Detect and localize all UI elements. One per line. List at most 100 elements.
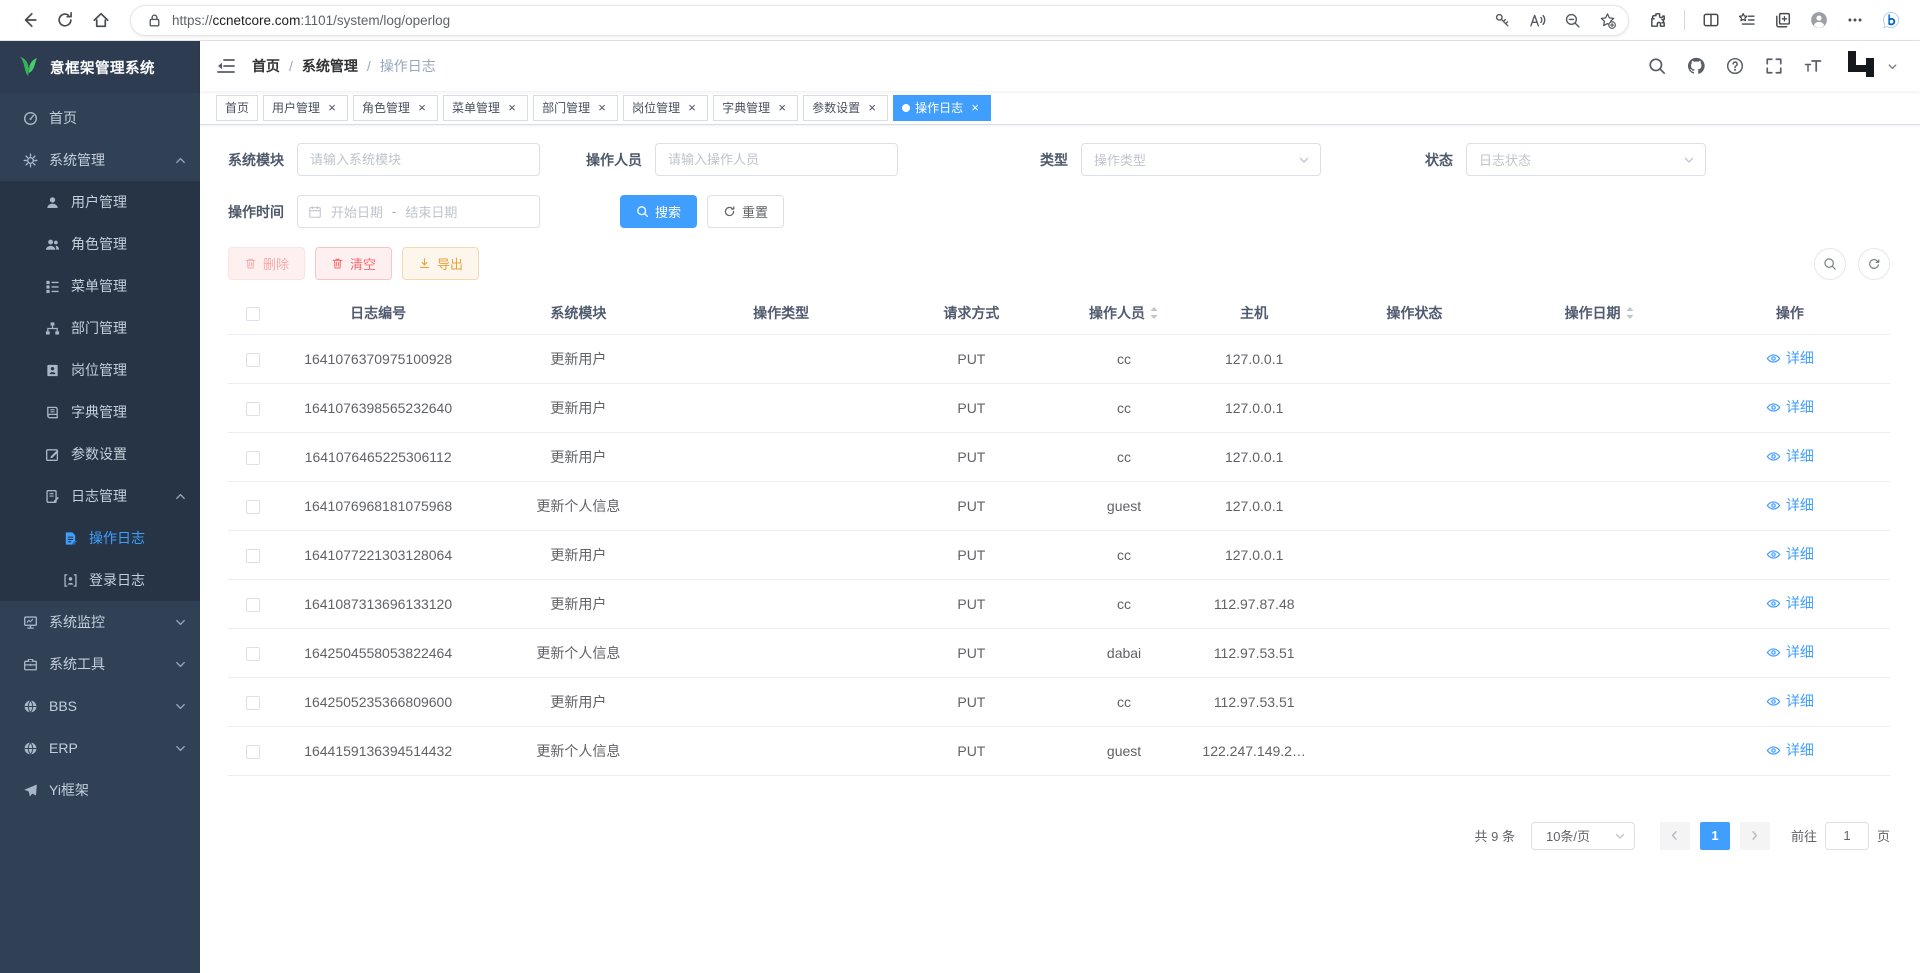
favorites-bar-icon[interactable] [1732, 5, 1762, 35]
tab[interactable]: 字典管理 × [713, 95, 798, 121]
sidebar-item-param-settings[interactable]: 参数设置 [0, 433, 200, 475]
module-input[interactable] [297, 143, 540, 176]
breadcrumb-system-mgmt[interactable]: 系统管理 [302, 56, 358, 76]
show-search-toggle-icon[interactable] [1814, 248, 1846, 280]
sidebar-item-dict-mgmt[interactable]: 字典管理 [0, 391, 200, 433]
collections-icon[interactable] [1768, 5, 1798, 35]
detail-button[interactable]: 详细 [1766, 691, 1814, 711]
browser-refresh-button[interactable] [50, 5, 80, 35]
sort-icon[interactable] [1625, 306, 1635, 323]
password-key-icon[interactable] [1489, 7, 1515, 33]
split-screen-icon[interactable] [1696, 5, 1726, 35]
row-checkbox[interactable] [246, 598, 260, 612]
help-icon[interactable] [1726, 57, 1744, 75]
close-icon[interactable]: × [505, 101, 519, 115]
tab[interactable]: 首页 [216, 95, 258, 121]
sidebar-item-erp[interactable]: ERP [0, 727, 200, 769]
tab[interactable]: 操作日志 × [893, 95, 991, 121]
sidebar-item-system-monitor[interactable]: 系统监控 [0, 601, 200, 643]
type-select[interactable]: 操作类型 [1081, 143, 1321, 176]
sidebar-item-system-tools[interactable]: 系统工具 [0, 643, 200, 685]
row-checkbox[interactable] [246, 353, 260, 367]
detail-button[interactable]: 详细 [1766, 740, 1814, 760]
prev-page-button[interactable] [1660, 822, 1690, 850]
tab[interactable]: 菜单管理 × [443, 95, 528, 121]
address-bar[interactable]: https://ccnetcore.com:1101/system/log/op… [130, 5, 1629, 36]
zoom-out-icon[interactable] [1559, 7, 1585, 33]
row-checkbox[interactable] [246, 696, 260, 710]
browser-back-button[interactable] [14, 5, 44, 35]
sidebar-item-dept-mgmt[interactable]: 部门管理 [0, 307, 200, 349]
row-checkbox[interactable] [246, 500, 260, 514]
goto-page-input[interactable] [1825, 822, 1869, 850]
row-checkbox[interactable] [246, 402, 260, 416]
breadcrumb-home[interactable]: 首页 [252, 56, 280, 76]
row-checkbox[interactable] [246, 647, 260, 661]
row-checkbox[interactable] [246, 745, 260, 759]
close-icon[interactable]: × [595, 101, 609, 115]
clear-button[interactable]: 清空 [315, 247, 392, 280]
app-logo[interactable]: 意框架管理系统 [0, 41, 200, 93]
user-menu[interactable] [1843, 46, 1898, 87]
close-icon[interactable]: × [325, 101, 339, 115]
add-favorite-star-icon[interactable] [1594, 7, 1620, 33]
date-range-picker[interactable]: 开始日期 - 结束日期 [297, 195, 540, 228]
tab[interactable]: 岗位管理 × [623, 95, 708, 121]
col-date[interactable]: 操作日期 [1509, 292, 1689, 334]
detail-button[interactable]: 详细 [1766, 642, 1814, 662]
fullscreen-icon[interactable] [1765, 57, 1783, 75]
tab[interactable]: 用户管理 × [263, 95, 348, 121]
sidebar-item-menu-mgmt[interactable]: 菜单管理 [0, 265, 200, 307]
browser-profile-avatar[interactable] [1804, 5, 1834, 35]
select-all-checkbox[interactable] [246, 307, 260, 321]
sidebar-item-role-mgmt[interactable]: 角色管理 [0, 223, 200, 265]
detail-button[interactable]: 详细 [1766, 593, 1814, 613]
sidebar-item-yi-framework[interactable]: Yi框架 [0, 769, 200, 811]
sort-icon[interactable] [1149, 306, 1159, 323]
sidebar-item-home[interactable]: 首页 [0, 97, 200, 139]
tab[interactable]: 角色管理 × [353, 95, 438, 121]
sidebar-toggle-icon[interactable] [216, 56, 236, 76]
detail-button[interactable]: 详细 [1766, 495, 1814, 515]
close-icon[interactable]: × [865, 101, 879, 115]
detail-button[interactable]: 详细 [1766, 348, 1814, 368]
operator-input[interactable] [655, 143, 898, 176]
page-number-1[interactable]: 1 [1700, 822, 1730, 850]
sidebar-item-login-log[interactable]: 登录日志 [0, 559, 200, 601]
tab[interactable]: 参数设置 × [803, 95, 888, 121]
export-button[interactable]: 导出 [402, 247, 479, 280]
col-operator[interactable]: 操作人员 [1059, 292, 1189, 334]
sidebar-item-oper-log[interactable]: 操作日志 [0, 517, 200, 559]
status-select[interactable]: 日志状态 [1466, 143, 1706, 176]
detail-button[interactable]: 详细 [1766, 446, 1814, 466]
refresh-table-icon[interactable] [1858, 248, 1890, 280]
row-checkbox[interactable] [246, 451, 260, 465]
close-icon[interactable]: × [415, 101, 429, 115]
close-icon[interactable]: × [685, 101, 699, 115]
detail-button[interactable]: 详细 [1766, 544, 1814, 564]
sidebar-item-bbs[interactable]: BBS [0, 685, 200, 727]
sidebar-item-post-mgmt[interactable]: 岗位管理 [0, 349, 200, 391]
sidebar-item-log-mgmt[interactable]: 日志管理 [0, 475, 200, 517]
tab[interactable]: 部门管理 × [533, 95, 618, 121]
close-icon[interactable]: × [968, 101, 982, 115]
bing-chat-icon[interactable] [1876, 5, 1906, 35]
next-page-button[interactable] [1740, 822, 1770, 850]
detail-button[interactable]: 详细 [1766, 397, 1814, 417]
search-button[interactable]: 搜索 [620, 195, 697, 228]
delete-button[interactable]: 删除 [228, 247, 305, 280]
sidebar-item-user-mgmt[interactable]: 用户管理 [0, 181, 200, 223]
row-checkbox[interactable] [246, 549, 260, 563]
page-size-select[interactable]: 10条/页 [1531, 822, 1635, 850]
reset-button[interactable]: 重置 [707, 195, 784, 228]
browser-menu-ellipsis-icon[interactable] [1840, 5, 1870, 35]
header-search-icon[interactable] [1648, 57, 1666, 75]
browser-home-button[interactable] [86, 5, 116, 35]
oper-log-table: 日志编号 系统模块 操作类型 请求方式 操作人员 主机 操作状态 操作日期 操作… [228, 292, 1890, 776]
extensions-icon[interactable] [1643, 5, 1673, 35]
sidebar-item-system-mgmt[interactable]: 系统管理 [0, 139, 200, 181]
font-size-icon[interactable] [1804, 57, 1822, 75]
read-aloud-icon[interactable] [1524, 7, 1550, 33]
github-icon[interactable] [1687, 57, 1705, 75]
close-icon[interactable]: × [775, 101, 789, 115]
